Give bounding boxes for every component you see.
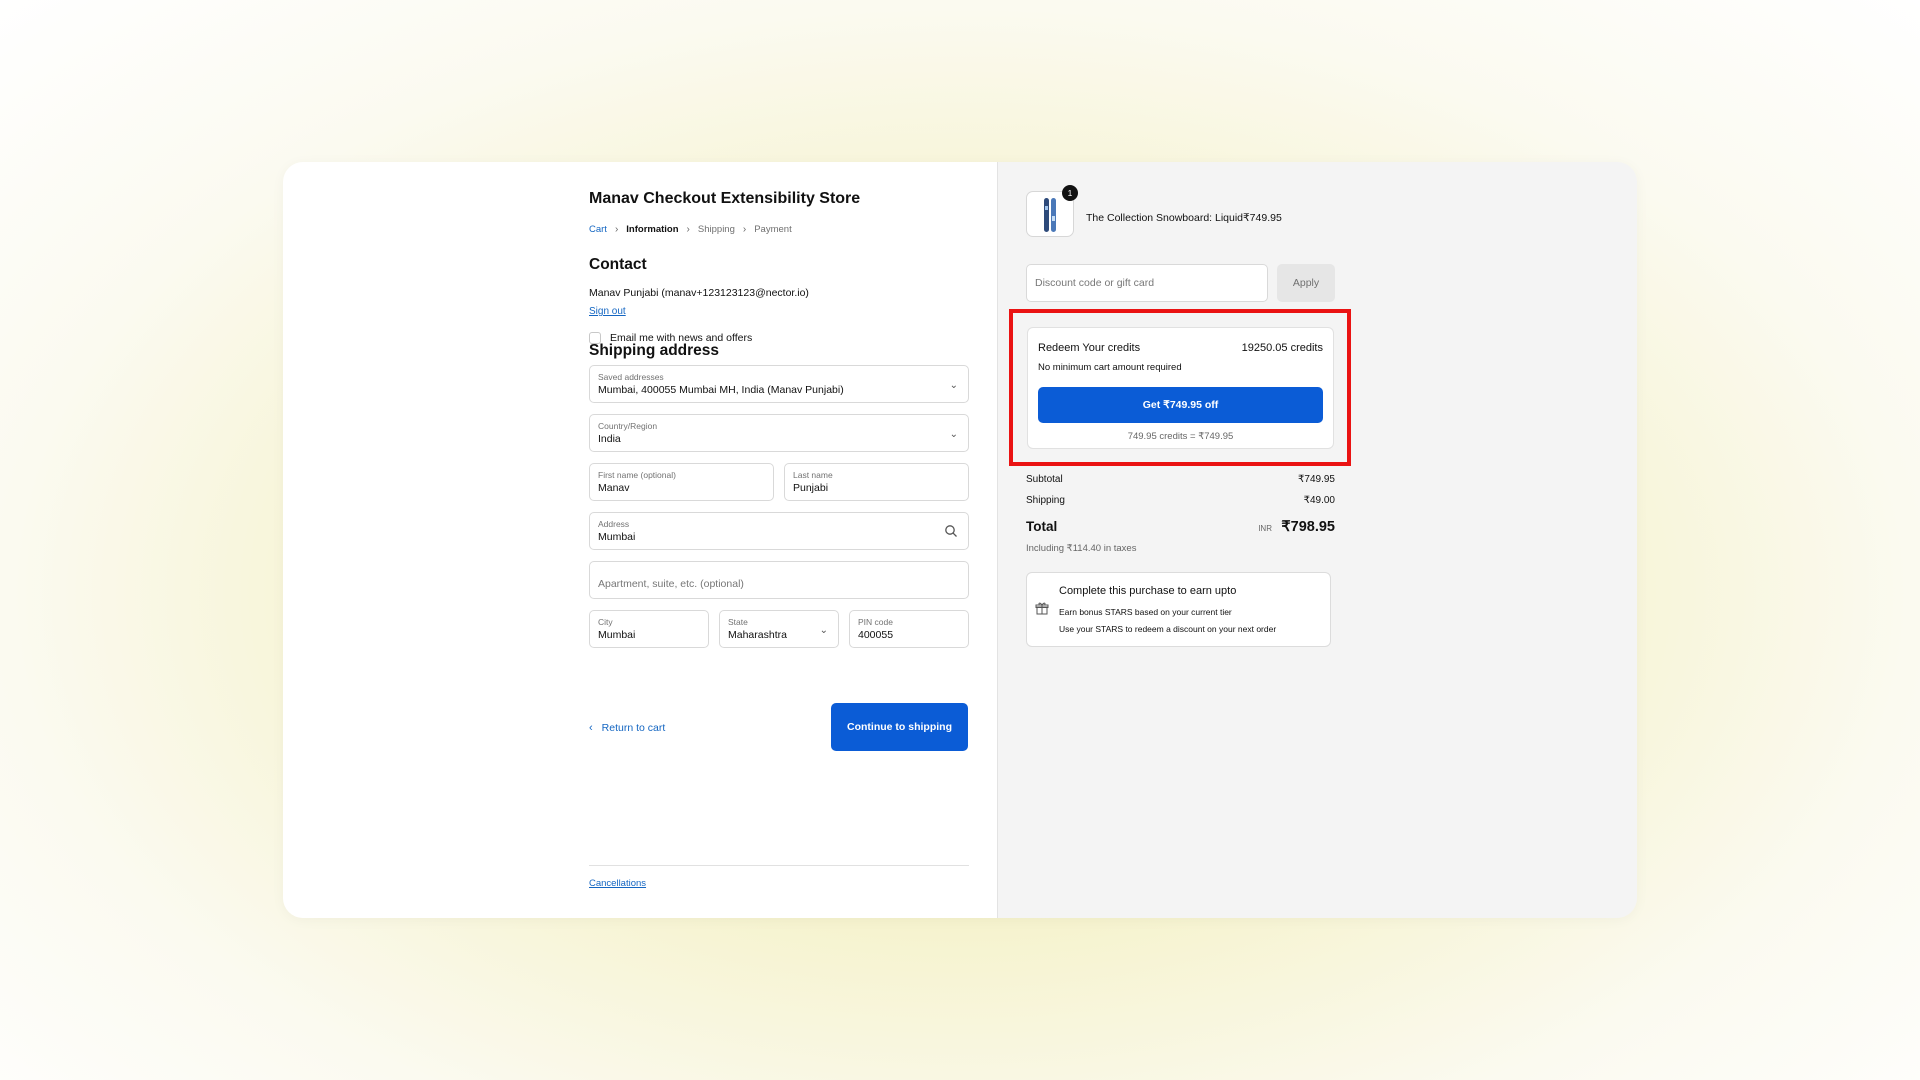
- shipping-row: Shipping ₹49.00: [1026, 495, 1335, 506]
- country-select[interactable]: Country/Region India ⌄: [589, 414, 969, 452]
- subtotal-row: Subtotal ₹749.95: [1026, 474, 1335, 485]
- state-label: State: [728, 617, 748, 627]
- product-price: ₹749.95: [1243, 212, 1282, 224]
- earn-line-1: Earn bonus STARS based on your current t…: [1059, 607, 1232, 617]
- address-field[interactable]: Address Mumbai: [589, 512, 969, 550]
- city-value: Mumbai: [598, 629, 636, 641]
- checkout-card: Manav Checkout Extensibility Store Cart …: [283, 162, 1637, 918]
- breadcrumb-payment: Payment: [754, 224, 792, 235]
- chevron-down-icon: ⌄: [819, 625, 828, 636]
- store-title: Manav Checkout Extensibility Store: [589, 190, 861, 207]
- credits-conversion: 749.95 credits = ₹749.95: [1127, 431, 1234, 442]
- city-field[interactable]: City Mumbai: [589, 610, 709, 648]
- chevron-right-icon: ›: [742, 224, 747, 235]
- breadcrumb-information: Information: [626, 224, 679, 235]
- breadcrumb-cart[interactable]: Cart: [589, 224, 607, 235]
- chevron-down-icon: ⌄: [949, 429, 958, 440]
- shipping-address-heading: Shipping address: [589, 342, 720, 359]
- footer-divider: [589, 865, 969, 866]
- sign-out-link[interactable]: Sign out: [589, 306, 626, 317]
- pin-code-field[interactable]: PIN code 400055: [849, 610, 969, 648]
- redeem-credits-button[interactable]: Get ₹749.95 off: [1038, 387, 1323, 423]
- redeem-subtitle: No minimum cart amount required: [1038, 362, 1182, 373]
- state-select[interactable]: State Maharashtra ⌄: [719, 610, 839, 648]
- search-icon[interactable]: [944, 524, 958, 538]
- saved-addresses-value: Mumbai, 400055 Mumbai MH, India (Manav P…: [598, 384, 844, 396]
- chevron-left-icon: ‹: [589, 722, 593, 734]
- return-to-cart-label: Return to cart: [601, 722, 666, 734]
- last-name-label: Last name: [793, 470, 833, 480]
- shipping-value: ₹49.00: [1303, 495, 1335, 506]
- state-value: Maharashtra: [728, 629, 787, 641]
- currency-code: INR: [1258, 524, 1272, 533]
- redeem-title: Redeem Your credits: [1038, 342, 1141, 354]
- breadcrumb: Cart › Information › Shipping › Payment: [589, 224, 792, 235]
- checkout-form-panel: Manav Checkout Extensibility Store Cart …: [283, 162, 997, 918]
- chevron-down-icon: ⌄: [949, 380, 958, 391]
- city-label: City: [598, 617, 613, 627]
- contact-heading: Contact: [589, 256, 647, 273]
- chevron-right-icon: ›: [686, 224, 690, 235]
- order-summary-panel: 1 The Collection Snowboard: Liquid ₹749.…: [997, 162, 1637, 918]
- taxes-note: Including ₹114.40 in taxes: [1026, 543, 1137, 554]
- country-label: Country/Region: [598, 421, 658, 431]
- earn-line-2: Use your STARS to redeem a discount on y…: [1059, 624, 1277, 634]
- address-value: Mumbai: [598, 531, 636, 543]
- chevron-right-icon: ›: [614, 224, 619, 235]
- contact-user: Manav Punjabi (manav+123123123@nector.io…: [589, 287, 809, 299]
- subtotal-label: Subtotal: [1026, 474, 1063, 485]
- first-name-label: First name (optional): [598, 470, 676, 480]
- breadcrumb-shipping: Shipping: [697, 224, 735, 235]
- discount-code-input[interactable]: Discount code or gift card: [1026, 264, 1268, 302]
- apartment-placeholder: Apartment, suite, etc. (optional): [598, 578, 744, 590]
- continue-to-shipping-button[interactable]: Continue to shipping: [831, 703, 968, 751]
- quantity-badge: 1: [1062, 185, 1078, 201]
- return-to-cart-link[interactable]: ‹ Return to cart: [589, 722, 665, 734]
- apply-discount-button[interactable]: Apply: [1277, 264, 1335, 302]
- last-name-value: Punjabi: [793, 482, 829, 494]
- saved-addresses-label: Saved addresses: [598, 372, 664, 382]
- last-name-field[interactable]: Last name Punjabi: [784, 463, 969, 501]
- earn-title: Complete this purchase to earn upto: [1059, 585, 1237, 597]
- total-row: Total INR ₹798.95: [1026, 518, 1335, 536]
- pin-code-value: 400055: [858, 629, 894, 641]
- redeem-credits-card: Redeem Your credits 19250.05 credits No …: [1027, 327, 1334, 449]
- gift-icon: [1035, 602, 1049, 615]
- apartment-field[interactable]: Apartment, suite, etc. (optional): [589, 561, 969, 599]
- pin-code-label: PIN code: [858, 617, 893, 627]
- country-value: India: [598, 433, 621, 445]
- earn-rewards-card: Complete this purchase to earn upto Earn…: [1026, 572, 1331, 647]
- address-label: Address: [598, 519, 630, 529]
- shipping-label: Shipping: [1026, 495, 1065, 506]
- cancellations-link[interactable]: Cancellations: [589, 878, 646, 889]
- first-name-value: Manav: [598, 482, 630, 494]
- total-label: Total: [1026, 519, 1058, 534]
- total-value: ₹798.95: [1281, 519, 1335, 535]
- first-name-field[interactable]: First name (optional) Manav: [589, 463, 774, 501]
- saved-addresses-select[interactable]: Saved addresses Mumbai, 400055 Mumbai MH…: [589, 365, 969, 403]
- credits-balance: 19250.05 credits: [1241, 342, 1323, 354]
- subtotal-value: ₹749.95: [1298, 474, 1335, 485]
- product-name: The Collection Snowboard: Liquid: [1086, 212, 1244, 224]
